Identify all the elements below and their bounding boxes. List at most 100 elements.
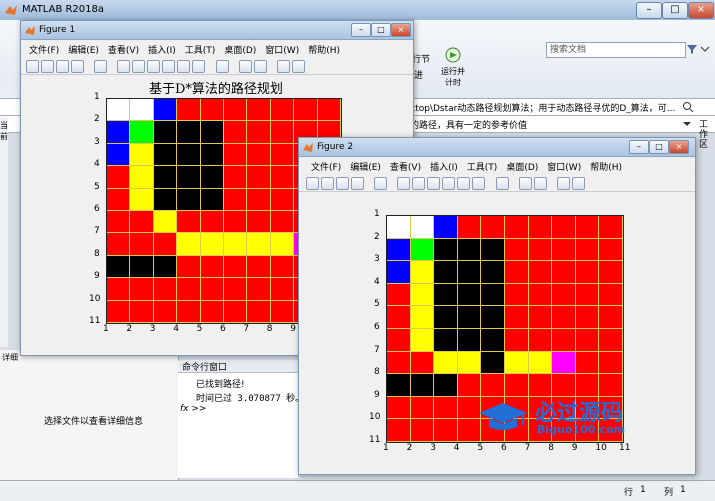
rotate-icon[interactable] bbox=[162, 60, 176, 73]
print-icon[interactable] bbox=[351, 177, 364, 190]
grid-cell bbox=[434, 351, 458, 375]
figure-2-toolbar bbox=[299, 174, 695, 192]
menu-view[interactable]: 查看(V) bbox=[108, 46, 139, 56]
grid-cell bbox=[177, 143, 201, 167]
grid-cell bbox=[599, 351, 623, 375]
grid-cell bbox=[387, 419, 411, 442]
menu-insert[interactable]: 插入(I) bbox=[148, 46, 176, 56]
menu-view[interactable]: 查看(V) bbox=[390, 163, 421, 173]
pan-icon[interactable] bbox=[427, 177, 441, 190]
menu-edit[interactable]: 编辑(E) bbox=[68, 46, 99, 56]
print-icon[interactable] bbox=[71, 60, 84, 73]
grid-cell bbox=[505, 216, 529, 239]
colorbar-icon[interactable] bbox=[518, 177, 532, 190]
grid-cell bbox=[107, 233, 131, 256]
save-icon[interactable] bbox=[336, 177, 349, 190]
brush-icon[interactable] bbox=[192, 60, 206, 73]
menu-desktop[interactable]: 桌面(D) bbox=[224, 46, 256, 56]
data-cursor-icon[interactable] bbox=[177, 60, 191, 73]
chevron-down-icon[interactable] bbox=[682, 119, 692, 129]
menu-help[interactable]: 帮助(H) bbox=[590, 163, 622, 173]
hide-tools-icon[interactable] bbox=[276, 60, 290, 73]
grid-cell bbox=[247, 211, 271, 234]
data-cursor-icon[interactable] bbox=[457, 177, 471, 190]
grid-cell bbox=[270, 121, 295, 144]
figure-2-minimize-button[interactable]: – bbox=[629, 140, 649, 154]
col-value: 1 bbox=[680, 485, 686, 495]
ribbon-side-button[interactable] bbox=[0, 84, 22, 98]
grid-cell bbox=[599, 283, 623, 307]
grid-cell bbox=[317, 99, 341, 122]
expand-icon[interactable] bbox=[700, 44, 710, 54]
link-icon[interactable] bbox=[215, 60, 229, 73]
colorbar-icon[interactable] bbox=[238, 60, 252, 73]
menu-file[interactable]: 文件(F) bbox=[311, 163, 341, 173]
run-and-time-button[interactable]: 运行并 计时 bbox=[436, 44, 470, 94]
grid-cell bbox=[270, 300, 295, 323]
y-tick-label: 3 bbox=[94, 136, 100, 147]
figure-1-maximize-button[interactable]: □ bbox=[371, 23, 391, 37]
dock-icon[interactable] bbox=[571, 177, 585, 190]
figure-1-minimize-button[interactable]: – bbox=[351, 23, 371, 37]
figure-1-title: Figure 1 bbox=[39, 25, 76, 35]
details-placeholder-text: 选择文件以查看详细信息 bbox=[44, 417, 144, 427]
maximize-main-button[interactable]: □ bbox=[662, 2, 688, 19]
x-tick-label: 1 bbox=[103, 324, 109, 334]
minimize-main-button[interactable]: – bbox=[636, 2, 662, 19]
menu-edit[interactable]: 编辑(E) bbox=[350, 163, 381, 173]
legend-icon[interactable] bbox=[533, 177, 547, 190]
close-main-button[interactable]: × bbox=[688, 2, 714, 19]
menu-window[interactable]: 窗口(W) bbox=[265, 46, 299, 56]
menu-window[interactable]: 窗口(W) bbox=[547, 163, 581, 173]
filter-icon[interactable] bbox=[685, 42, 699, 56]
y-tick-label: 5 bbox=[374, 299, 380, 310]
grid-cell bbox=[200, 300, 224, 323]
new-figure-icon[interactable] bbox=[26, 60, 39, 73]
grid-cell bbox=[177, 255, 201, 279]
current-folder-label: 当前 bbox=[0, 121, 8, 141]
hide-tools-icon[interactable] bbox=[556, 177, 570, 190]
link-icon[interactable] bbox=[495, 177, 509, 190]
command-prompt[interactable]: fx >> bbox=[180, 404, 206, 414]
grid-cell bbox=[107, 300, 131, 323]
search-icon[interactable] bbox=[682, 101, 694, 113]
legend-icon[interactable] bbox=[253, 60, 267, 73]
dock-icon[interactable] bbox=[291, 60, 305, 73]
open-file-icon[interactable] bbox=[41, 60, 54, 73]
y-tick-label: 3 bbox=[374, 254, 380, 265]
grid-cell bbox=[177, 166, 201, 189]
brush-icon[interactable] bbox=[472, 177, 486, 190]
zoom-in-icon[interactable] bbox=[397, 177, 411, 190]
y-tick-label: 2 bbox=[94, 114, 100, 125]
menu-tools[interactable]: 工具(T) bbox=[185, 46, 216, 56]
grid-cell bbox=[177, 121, 201, 144]
grid-cell bbox=[224, 143, 248, 167]
pointer-icon[interactable] bbox=[94, 60, 108, 73]
menu-desktop[interactable]: 桌面(D) bbox=[506, 163, 538, 173]
zoom-in-icon[interactable] bbox=[117, 60, 131, 73]
workspace-tab[interactable]: 工作区 bbox=[699, 120, 713, 150]
menu-file[interactable]: 文件(F) bbox=[29, 46, 59, 56]
grid-cell bbox=[575, 329, 600, 352]
grid-cell bbox=[575, 216, 600, 239]
figure-2-maximize-button[interactable]: □ bbox=[649, 140, 669, 154]
pointer-icon[interactable] bbox=[374, 177, 388, 190]
pan-icon[interactable] bbox=[147, 60, 161, 73]
zoom-out-icon[interactable] bbox=[132, 60, 146, 73]
grid-cell bbox=[153, 188, 178, 211]
ribbon-section-label: 行节 bbox=[412, 55, 431, 65]
grid-cell bbox=[153, 255, 178, 279]
grid-cell bbox=[410, 306, 435, 329]
search-docs-input[interactable]: 搜索文档 bbox=[546, 42, 686, 58]
command-window-title: 命令行窗口 bbox=[182, 363, 228, 373]
open-file-icon[interactable] bbox=[321, 177, 334, 190]
menu-insert[interactable]: 插入(I) bbox=[430, 163, 458, 173]
new-figure-icon[interactable] bbox=[306, 177, 319, 190]
menu-tools[interactable]: 工具(T) bbox=[467, 163, 498, 173]
save-icon[interactable] bbox=[56, 60, 69, 73]
figure-2-close-button[interactable]: × bbox=[669, 140, 689, 154]
figure-1-close-button[interactable]: × bbox=[391, 23, 411, 37]
zoom-out-icon[interactable] bbox=[412, 177, 426, 190]
menu-help[interactable]: 帮助(H) bbox=[308, 46, 340, 56]
rotate-icon[interactable] bbox=[442, 177, 456, 190]
